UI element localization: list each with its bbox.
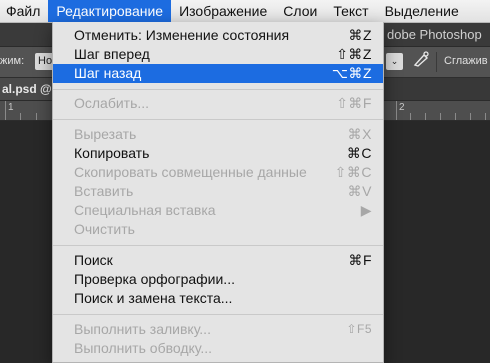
shortcut-label: ⇧⌘Z (336, 46, 372, 62)
menu-item-label: Ослабить... (74, 95, 150, 111)
shortcut-label: ⌘X (347, 126, 372, 142)
menu-layers[interactable]: Слои (275, 0, 325, 22)
menu-item-label: Поиск и замена текста... (74, 290, 233, 306)
menu-item-label: Выполнить обводку... (74, 340, 213, 356)
brush-pressure-icon[interactable] (410, 51, 432, 71)
shortcut-label: ⌘C (346, 145, 372, 161)
menu-item-search[interactable]: Поиск ⌘F (53, 251, 383, 270)
options-divider (436, 52, 437, 72)
menu-select[interactable]: Выделение (377, 0, 467, 22)
menu-item-clear[interactable]: Очистить (53, 220, 383, 239)
menu-separator (53, 89, 383, 90)
menu-item-label: Шаг назад (74, 65, 142, 81)
menu-separator (53, 119, 383, 120)
mode-label: жим: (0, 55, 25, 67)
menu-item-copy-merged[interactable]: Скопировать совмещенные данные ⇧⌘C (53, 163, 383, 182)
menu-item-fade[interactable]: Ослабить... ⇧⌘F (53, 94, 383, 113)
menu-edit[interactable]: Редактирование (48, 0, 172, 22)
dropdown-chevron-icon[interactable]: ⌄ (386, 53, 403, 70)
menu-item-label: Шаг вперед (74, 46, 150, 62)
menu-item-find-replace[interactable]: Поиск и замена текста... (53, 289, 383, 308)
menu-item-paste[interactable]: Вставить ⌘V (53, 182, 383, 201)
shortcut-label: ⌘Z (348, 27, 372, 43)
menu-item-fill[interactable]: Выполнить заливку... ⇧F5 (53, 320, 383, 339)
menu-item-label: Вставить (74, 183, 134, 199)
menu-item-label: Поиск (74, 252, 113, 268)
shortcut-label: ⌘V (347, 183, 372, 199)
menu-item-label: Очистить (74, 221, 135, 237)
menu-item-undo[interactable]: Отменить: Изменение состояния ⌘Z (53, 26, 383, 45)
ruler-number: 2 (399, 102, 405, 113)
shortcut-label: ⇧⌘C (334, 164, 372, 180)
shortcut-label: ⌘F (348, 252, 372, 268)
shortcut-label: ⇧⌘F (336, 95, 372, 111)
menu-item-label: Вырезать (74, 126, 137, 142)
ruler-number: 1 (8, 102, 14, 113)
menu-type[interactable]: Текст (325, 0, 376, 22)
menu-item-copy[interactable]: Копировать ⌘C (53, 144, 383, 163)
menu-separator (53, 245, 383, 246)
menu-separator (53, 314, 383, 315)
menu-item-check-spelling[interactable]: Проверка орфографии... (53, 270, 383, 289)
menu-item-label: Выполнить заливку... (74, 321, 211, 337)
menu-file[interactable]: Файл (0, 0, 48, 22)
shortcut-label: ⌥⌘Z (331, 65, 372, 81)
submenu-arrow-icon: ▶ (360, 202, 372, 218)
menu-image[interactable]: Изображение (171, 0, 275, 22)
edit-menu-dropdown: Отменить: Изменение состояния ⌘Z Шаг впе… (52, 22, 384, 363)
document-tab[interactable]: al.psd @ 1 (0, 78, 55, 100)
menu-item-label: Специальная вставка (74, 202, 216, 218)
menu-item-cut[interactable]: Вырезать ⌘X (53, 125, 383, 144)
shortcut-label: ⇧F5 (346, 322, 372, 336)
smoothing-label: Сглажив (444, 55, 488, 67)
menu-bar: Файл Редактирование Изображение Слои Тек… (0, 0, 490, 23)
menu-item-paste-special[interactable]: Специальная вставка ▶ (53, 201, 383, 220)
menu-item-label: Скопировать совмещенные данные (74, 164, 307, 180)
app-title: dobe Photoshop (387, 27, 482, 42)
menu-item-stroke[interactable]: Выполнить обводку... (53, 339, 383, 358)
menu-item-label: Проверка орфографии... (74, 271, 235, 287)
menu-item-step-forward[interactable]: Шаг вперед ⇧⌘Z (53, 45, 383, 64)
menu-item-label: Копировать (74, 145, 150, 161)
menu-item-step-backward[interactable]: Шаг назад ⌥⌘Z (53, 64, 383, 83)
menu-item-label: Отменить: Изменение состояния (74, 27, 290, 43)
